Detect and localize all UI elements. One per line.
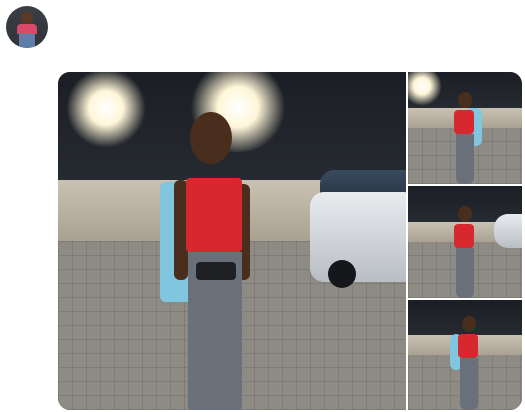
waist-bag [196,262,236,280]
person-figure [444,92,488,184]
person-top [458,334,478,358]
person-head [190,112,232,164]
media-grid [58,72,522,410]
photo-main[interactable] [58,72,406,410]
photo-thumb-1[interactable] [408,72,522,184]
avatar-top-shape [17,24,37,34]
person-figure [444,206,488,298]
person-legs [460,358,478,410]
avatar-legs-shape [19,34,35,48]
photo-thumb-2[interactable] [408,186,522,298]
person-top [454,110,474,134]
person-figure [150,112,280,410]
avatar-head-shape [21,12,33,24]
person-figure [448,316,492,410]
user-avatar[interactable] [6,6,48,48]
person-head [462,316,476,332]
person-head [458,206,472,222]
person-top [454,224,474,248]
tweet[interactable] [0,0,525,412]
car-shape [494,214,522,248]
photo-thumb-3[interactable] [408,300,522,410]
person-head [458,92,472,108]
person-top [186,178,242,252]
person-legs [456,134,474,184]
person-legs [456,248,474,298]
car-shape [310,192,406,288]
car-wheel [328,260,356,288]
